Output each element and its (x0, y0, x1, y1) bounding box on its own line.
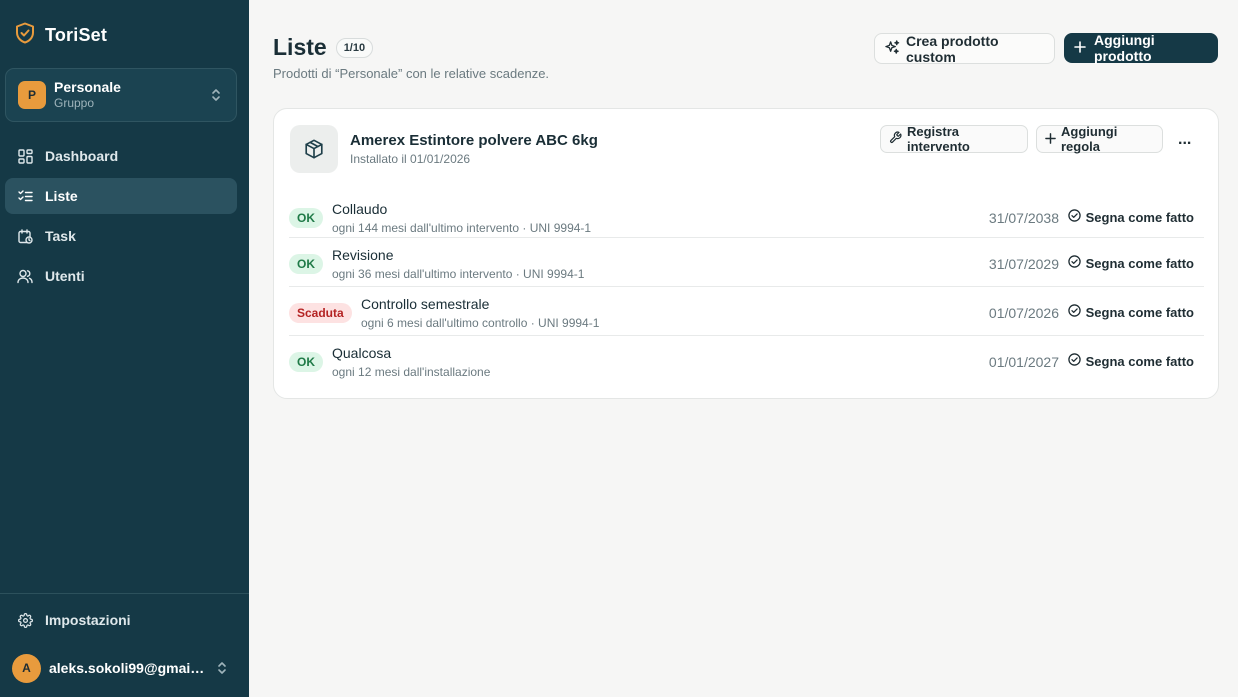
chevron-up-down-icon (210, 87, 222, 108)
users-icon (17, 268, 33, 284)
more-options-button[interactable]: ... (1178, 131, 1191, 149)
product-card: Amerex Estintore polvere ABC 6kg Install… (273, 108, 1219, 399)
sidebar-item-impostazioni[interactable]: Impostazioni (17, 612, 131, 628)
user-email: aleks.sokoli99@gmail.com (49, 660, 205, 676)
rule-detail: ogni 6 mesi dall'ultimo controllo · UNI … (361, 316, 600, 330)
rule-title: Qualcosa (332, 345, 392, 361)
product-name: Amerex Estintore polvere ABC 6kg (350, 132, 598, 149)
mark-done-button[interactable]: Segna come fatto (1067, 209, 1194, 225)
brand[interactable]: ToriSet (15, 22, 107, 49)
gear-icon (17, 612, 33, 628)
rule-row: OK Revisione ogni 36 mesi dall'ultimo in… (289, 237, 1204, 286)
sidebar: ToriSet P Personale Gruppo Dashboard Lis… (0, 0, 249, 697)
rule-title: Revisione (332, 247, 394, 263)
sidebar-item-liste[interactable]: Liste (5, 178, 237, 214)
rule-title: Controllo semestrale (361, 296, 490, 312)
sidebar-item-label: Utenti (45, 268, 85, 284)
sidebar-item-utenti[interactable]: Utenti (5, 258, 237, 294)
rule-detail: ogni 36 mesi dall'ultimo intervento · UN… (332, 267, 585, 281)
rule-due-date: 01/07/2026 (988, 305, 1059, 321)
avatar: A (12, 653, 41, 683)
page-title: Liste (273, 34, 327, 60)
status-badge: OK (289, 254, 323, 274)
sidebar-item-dashboard[interactable]: Dashboard (5, 138, 237, 174)
check-circle-icon (1067, 209, 1081, 225)
group-type: Gruppo (54, 96, 95, 110)
rule-due-date: 01/01/2027 (988, 354, 1059, 370)
mark-done-label: Segna come fatto (1085, 209, 1194, 225)
group-avatar: P (18, 81, 46, 109)
mark-done-label: Segna come fatto (1085, 353, 1194, 369)
check-circle-icon (1067, 304, 1081, 320)
status-badge: Scaduta (289, 303, 352, 323)
sparkles-icon (885, 39, 900, 58)
sidebar-nav: Dashboard Liste Task Utenti (5, 138, 237, 298)
check-circle-icon (1067, 353, 1081, 369)
mark-done-label: Segna come fatto (1085, 255, 1194, 271)
group-name: Personale (54, 79, 121, 95)
sidebar-divider (0, 593, 249, 594)
rule-due-date: 31/07/2038 (988, 210, 1059, 226)
add-rule-button[interactable]: Aggiungi regola (1036, 124, 1163, 154)
plus-icon (1045, 132, 1056, 147)
page-subtitle: Prodotti di “Personale” con le relative … (273, 66, 550, 81)
settings-label: Impostazioni (45, 612, 131, 628)
product-install-date: Installato il 01/01/2026 (350, 152, 471, 166)
sidebar-item-label: Dashboard (45, 148, 119, 164)
app-name: ToriSet (45, 25, 108, 45)
register-intervention-button[interactable]: Registra intervento (880, 124, 1028, 154)
calendar-clock-icon (17, 228, 33, 244)
rule-row: OK Collaudo ogni 144 mesi dall'ultimo in… (289, 192, 1204, 241)
plus-icon (1074, 40, 1086, 56)
rule-due-date: 31/07/2029 (988, 256, 1059, 272)
page-header: Liste 1/10 (273, 34, 374, 61)
add-product-label: Aggiungi prodotto (1094, 32, 1155, 64)
rule-detail: ogni 12 mesi dall'installazione (332, 365, 491, 379)
group-switcher[interactable]: P Personale Gruppo (5, 68, 237, 122)
shield-check-icon (15, 22, 35, 49)
check-circle-icon (1067, 255, 1081, 271)
status-badge: OK (289, 208, 323, 228)
status-badge: OK (289, 352, 323, 372)
register-intervention-label: Registra intervento (907, 124, 970, 154)
mark-done-label: Segna come fatto (1085, 304, 1194, 320)
sidebar-item-label: Task (45, 228, 76, 244)
wrench-icon (889, 131, 902, 147)
grid-icon (17, 148, 33, 164)
rule-detail: ogni 144 mesi dall'ultimo intervento · U… (332, 221, 592, 235)
package-icon (290, 125, 338, 173)
add-rule-label: Aggiungi regola (1061, 124, 1118, 154)
list-check-icon (17, 188, 33, 204)
create-custom-product-button[interactable]: Crea prodotto custom (874, 32, 1055, 65)
mark-done-button[interactable]: Segna come fatto (1067, 353, 1194, 369)
create-custom-product-label: Crea prodotto custom (906, 32, 999, 65)
count-badge: 1/10 (335, 37, 374, 58)
sidebar-item-task[interactable]: Task (5, 218, 237, 254)
user-menu[interactable]: A aleks.sokoli99@gmail.com (12, 653, 232, 683)
mark-done-button[interactable]: Segna come fatto (1067, 304, 1194, 320)
add-product-button[interactable]: Aggiungi prodotto (1064, 32, 1218, 64)
mark-done-button[interactable]: Segna come fatto (1067, 255, 1194, 271)
rule-row: OK Qualcosa ogni 12 mesi dall'installazi… (289, 335, 1204, 384)
chevron-up-down-icon (216, 660, 228, 681)
sidebar-item-label: Liste (45, 188, 78, 204)
rule-row: Scaduta Controllo semestrale ogni 6 mesi… (289, 286, 1204, 335)
rule-title: Collaudo (332, 201, 388, 217)
